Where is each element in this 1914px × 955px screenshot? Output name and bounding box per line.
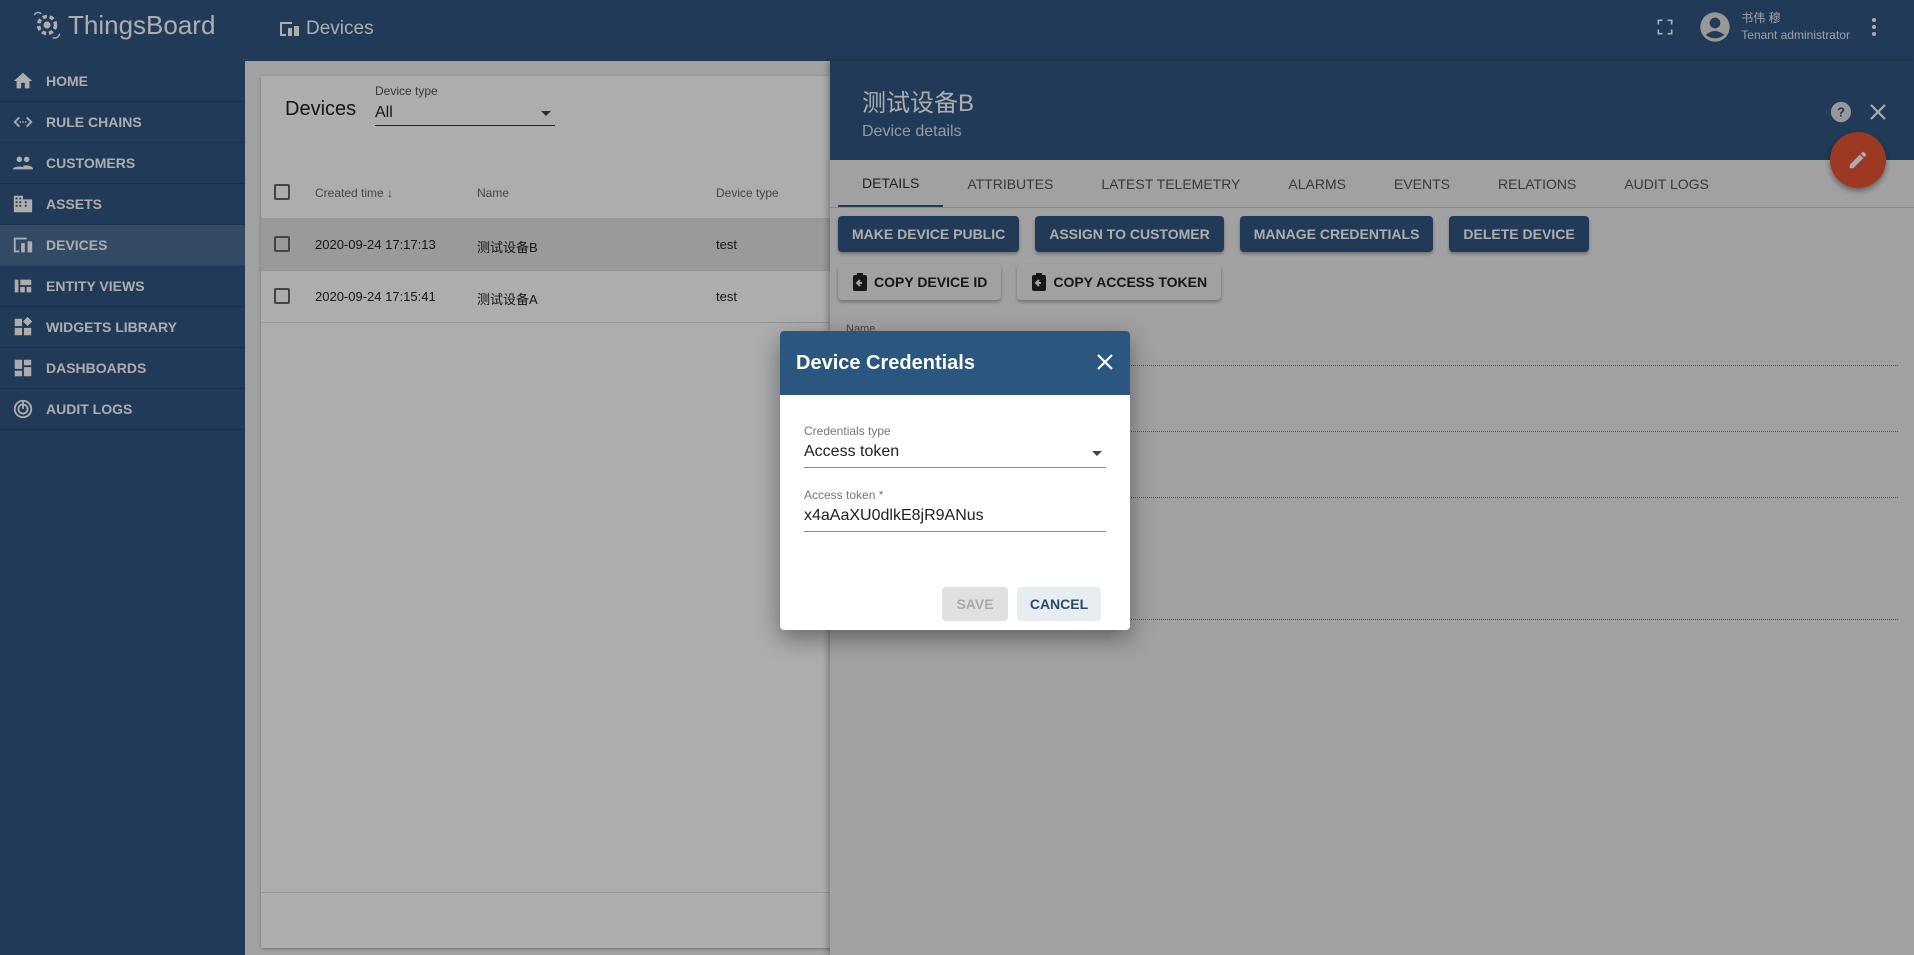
save-button[interactable]: SAVE xyxy=(942,587,1008,621)
credentials-type-value: Access token xyxy=(804,443,900,460)
dialog-title: Device Credentials xyxy=(796,351,975,374)
dropdown-arrow-icon xyxy=(1092,451,1102,456)
credentials-type-label: Credentials type xyxy=(804,424,891,438)
close-icon[interactable] xyxy=(1096,353,1114,371)
access-token-input[interactable]: Access token * x4aAaXU0dlkE8jR9ANus xyxy=(804,488,1106,532)
device-credentials-dialog: Device Credentials Credentials type Acce… xyxy=(780,331,1130,630)
access-token-label: Access token * xyxy=(804,488,884,502)
cancel-button[interactable]: CANCEL xyxy=(1017,587,1101,621)
dialog-header: Device Credentials xyxy=(780,331,1130,395)
credentials-type-select[interactable]: Credentials type Access token xyxy=(804,424,1106,468)
access-token-value[interactable]: x4aAaXU0dlkE8jR9ANus xyxy=(804,507,1106,531)
